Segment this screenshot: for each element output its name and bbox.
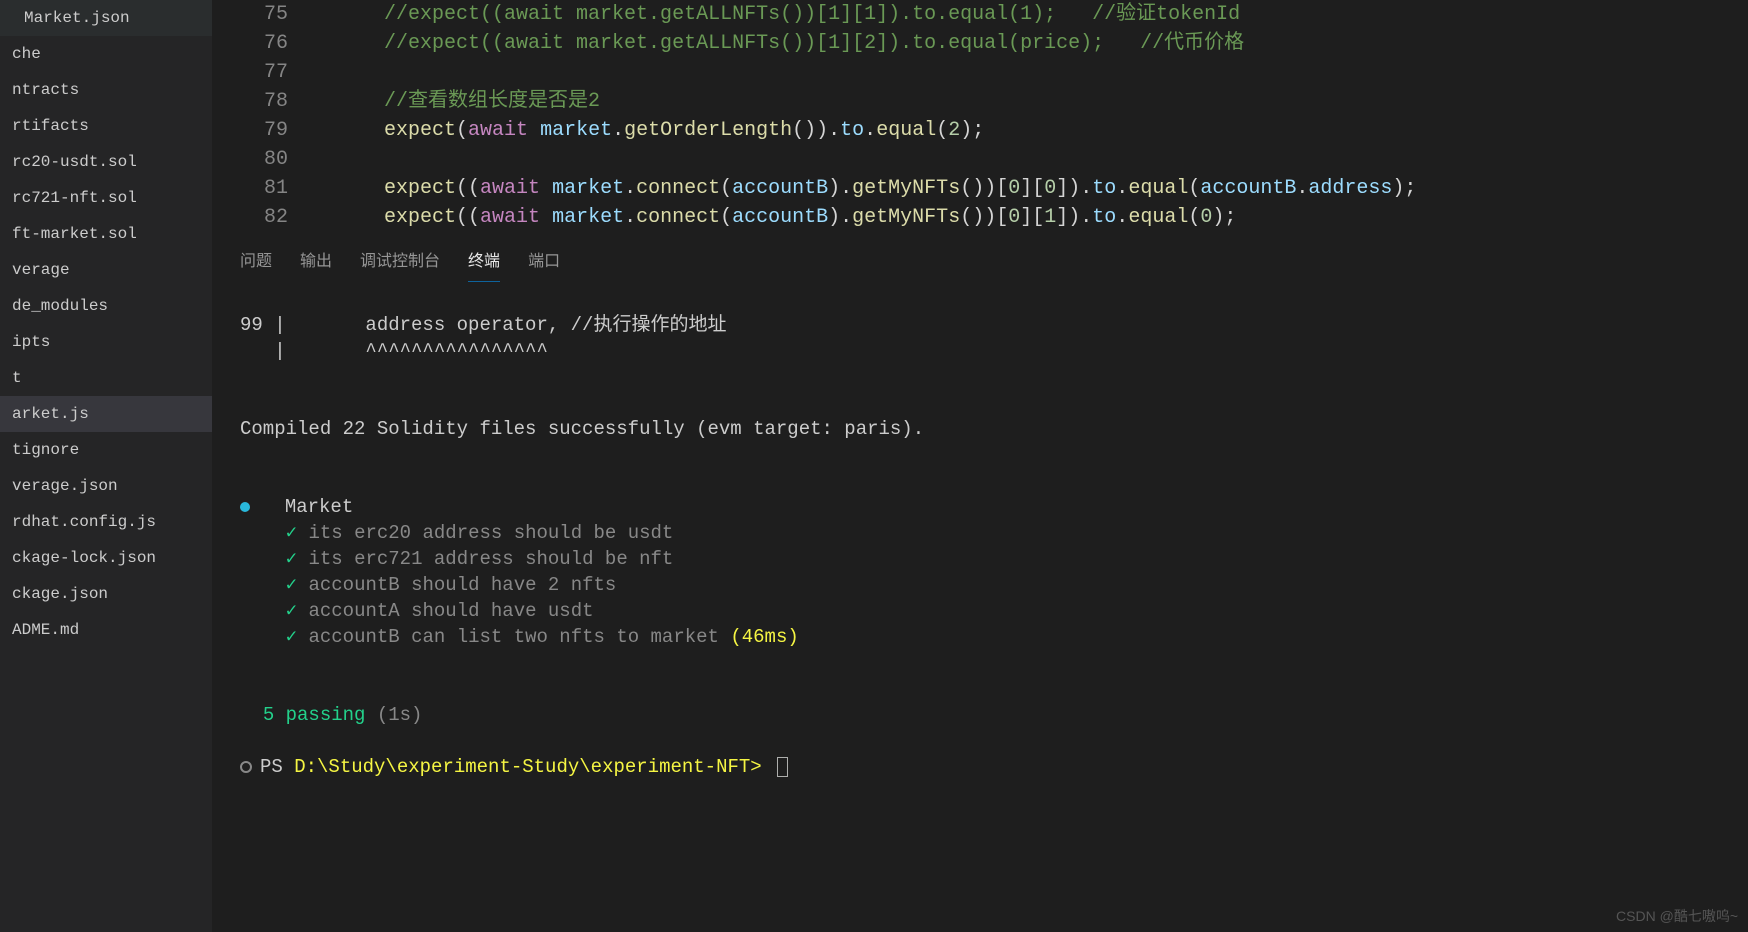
sidebar-item-ftmarketsol[interactable]: ft-market.sol bbox=[0, 216, 212, 252]
compile-message: Compiled 22 Solidity files successfully … bbox=[240, 418, 924, 440]
sidebar-item-rtifacts[interactable]: rtifacts bbox=[0, 108, 212, 144]
sidebar-item-arketjs[interactable]: arket.js bbox=[0, 396, 212, 432]
warn-line-no: 99 | bbox=[240, 314, 286, 336]
panel-tab-4[interactable]: 端口 bbox=[528, 241, 560, 282]
panel-tabs: 问题输出调试控制台终端端口 bbox=[212, 232, 1748, 282]
panel-tab-0[interactable]: 问题 bbox=[240, 241, 272, 282]
cursor-icon bbox=[777, 757, 788, 777]
prompt-path: D:\Study\experiment-Study\experiment-NFT… bbox=[294, 756, 761, 778]
code-line[interactable]: expect(await market.getOrderLength()).to… bbox=[312, 116, 1748, 145]
main-area: 7576777879808182 //expect((await market.… bbox=[212, 0, 1748, 932]
sidebar-item-ckagejson[interactable]: ckage.json bbox=[0, 576, 212, 612]
check-icon: ✓ bbox=[286, 522, 297, 544]
suite-bullet-icon bbox=[240, 502, 250, 512]
line-number: 75 bbox=[212, 0, 288, 29]
panel-tab-1[interactable]: 输出 bbox=[300, 241, 332, 282]
sidebar-item-rdhatconfigjs[interactable]: rdhat.config.js bbox=[0, 504, 212, 540]
sidebar-item-marketjson[interactable]: Market.json bbox=[0, 0, 212, 36]
sidebar-item-verage[interactable]: verage bbox=[0, 252, 212, 288]
sidebar-item-ckagelockjson[interactable]: ckage-lock.json bbox=[0, 540, 212, 576]
prompt-ps: PS bbox=[260, 756, 283, 778]
sidebar-item-t[interactable]: t bbox=[0, 360, 212, 396]
terminal-panel[interactable]: 99 | address operator, //执行操作的地址 | ^^^^^… bbox=[212, 282, 1748, 932]
warn-text-1: address operator, //执行操作的地址 bbox=[286, 314, 727, 336]
panel-tab-2[interactable]: 调试控制台 bbox=[360, 241, 440, 282]
watermark: CSDN @酷七嗷呜~ bbox=[1616, 906, 1738, 926]
code-line[interactable] bbox=[312, 145, 1748, 174]
code-line[interactable]: expect((await market.connect(accountB).g… bbox=[312, 174, 1748, 203]
line-number: 79 bbox=[212, 116, 288, 145]
sidebar-item-demodules[interactable]: de_modules bbox=[0, 288, 212, 324]
test-results: ✓ its erc20 address should be usdt ✓ its… bbox=[240, 520, 1720, 650]
sidebar-item-che[interactable]: che bbox=[0, 36, 212, 72]
code-line[interactable]: //查看数组长度是否是2 bbox=[312, 87, 1748, 116]
line-number: 81 bbox=[212, 174, 288, 203]
line-number: 78 bbox=[212, 87, 288, 116]
sidebar-item-veragejson[interactable]: verage.json bbox=[0, 468, 212, 504]
code-line[interactable]: //expect((await market.getALLNFTs())[1][… bbox=[312, 0, 1748, 29]
warn-text-2: ^^^^^^^^^^^^^^^^ bbox=[286, 340, 548, 362]
test-msg: its erc721 address should be nft bbox=[308, 548, 673, 570]
passing-time: (1s) bbox=[377, 704, 423, 726]
suite-name: Market bbox=[285, 496, 353, 518]
code-line[interactable] bbox=[312, 58, 1748, 87]
code-area[interactable]: //expect((await market.getALLNFTs())[1][… bbox=[312, 0, 1748, 232]
warn-line-pipe: | bbox=[240, 340, 286, 362]
sidebar-item-admemd[interactable]: ADME.md bbox=[0, 612, 212, 648]
prompt-circle-icon bbox=[240, 761, 252, 773]
test-msg: accountB should have 2 nfts bbox=[308, 574, 616, 596]
panel-tab-3[interactable]: 终端 bbox=[468, 241, 500, 282]
sidebar-item-ntracts[interactable]: ntracts bbox=[0, 72, 212, 108]
sidebar-item-rc721nftsol[interactable]: rc721-nft.sol bbox=[0, 180, 212, 216]
file-explorer-sidebar: Market.jsonchentractsrtifactsrc20-usdt.s… bbox=[0, 0, 212, 932]
check-icon: ✓ bbox=[286, 548, 297, 570]
check-icon: ✓ bbox=[286, 600, 297, 622]
check-icon: ✓ bbox=[286, 626, 297, 648]
code-line[interactable]: expect((await market.connect(accountB).g… bbox=[312, 203, 1748, 232]
sidebar-item-ipts[interactable]: ipts bbox=[0, 324, 212, 360]
test-msg: accountB can list two nfts to market bbox=[308, 626, 718, 648]
sidebar-item-rc20usdtsol[interactable]: rc20-usdt.sol bbox=[0, 144, 212, 180]
sidebar-item-tignore[interactable]: tignore bbox=[0, 432, 212, 468]
passing-count: 5 passing bbox=[263, 704, 366, 726]
line-number-gutter: 7576777879808182 bbox=[212, 0, 312, 232]
line-number: 80 bbox=[212, 145, 288, 174]
test-msg: accountA should have usdt bbox=[308, 600, 593, 622]
line-number: 76 bbox=[212, 29, 288, 58]
code-line[interactable]: //expect((await market.getALLNFTs())[1][… bbox=[312, 29, 1748, 58]
line-number: 77 bbox=[212, 58, 288, 87]
test-msg: its erc20 address should be usdt bbox=[308, 522, 673, 544]
code-editor[interactable]: 7576777879808182 //expect((await market.… bbox=[212, 0, 1748, 232]
check-icon: ✓ bbox=[286, 574, 297, 596]
line-number: 82 bbox=[212, 203, 288, 232]
test-time: (46ms) bbox=[730, 626, 798, 648]
